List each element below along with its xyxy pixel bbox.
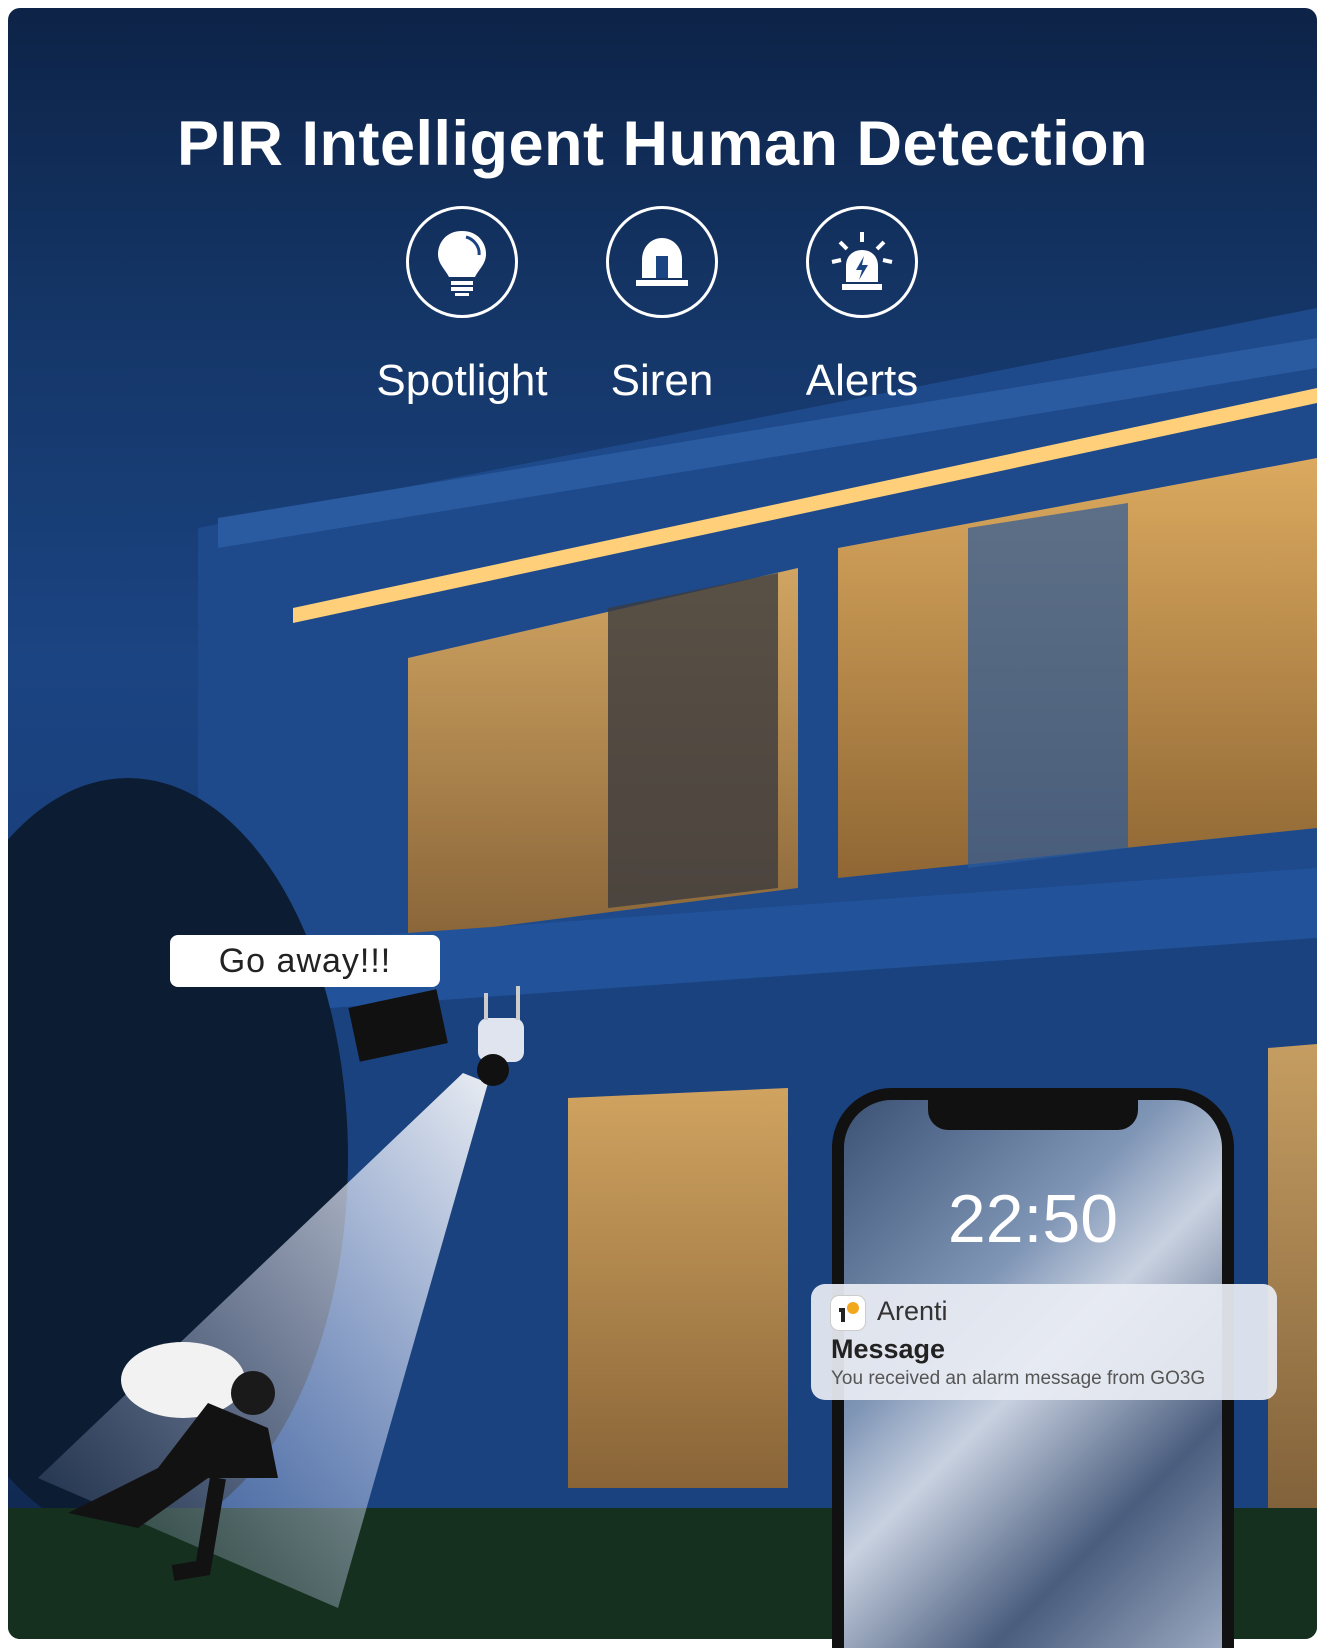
feature-label: Alerts [805, 356, 919, 405]
feature-label: Spotlight [376, 356, 548, 405]
feature-spotlight: Spotlight [362, 206, 562, 406]
feature-alerts: Alerts [762, 206, 962, 406]
speech-bubble: Go away!!! [170, 935, 440, 987]
arenti-app-icon [831, 1296, 865, 1330]
lightbulb-icon [406, 206, 518, 318]
push-notification[interactable]: Arenti Message You received an alarm mes… [811, 1284, 1277, 1400]
phone-notch [928, 1100, 1138, 1130]
page-title: PIR Intelligent Human Detection [176, 109, 1149, 179]
alarm-light-icon [806, 206, 918, 318]
lower-window [568, 1088, 788, 1488]
feature-label: Siren [610, 356, 714, 405]
upper-shutter [608, 573, 778, 908]
notification-title: Message [831, 1334, 946, 1364]
notification-app-name: Arenti [877, 1296, 948, 1326]
notification-body: You received an alarm message from GO3G [831, 1368, 1206, 1389]
feature-siren: Siren [562, 206, 762, 406]
security-camera [478, 1018, 524, 1062]
lock-screen-time: 22:50 [947, 1181, 1119, 1257]
siren-icon [606, 206, 718, 318]
